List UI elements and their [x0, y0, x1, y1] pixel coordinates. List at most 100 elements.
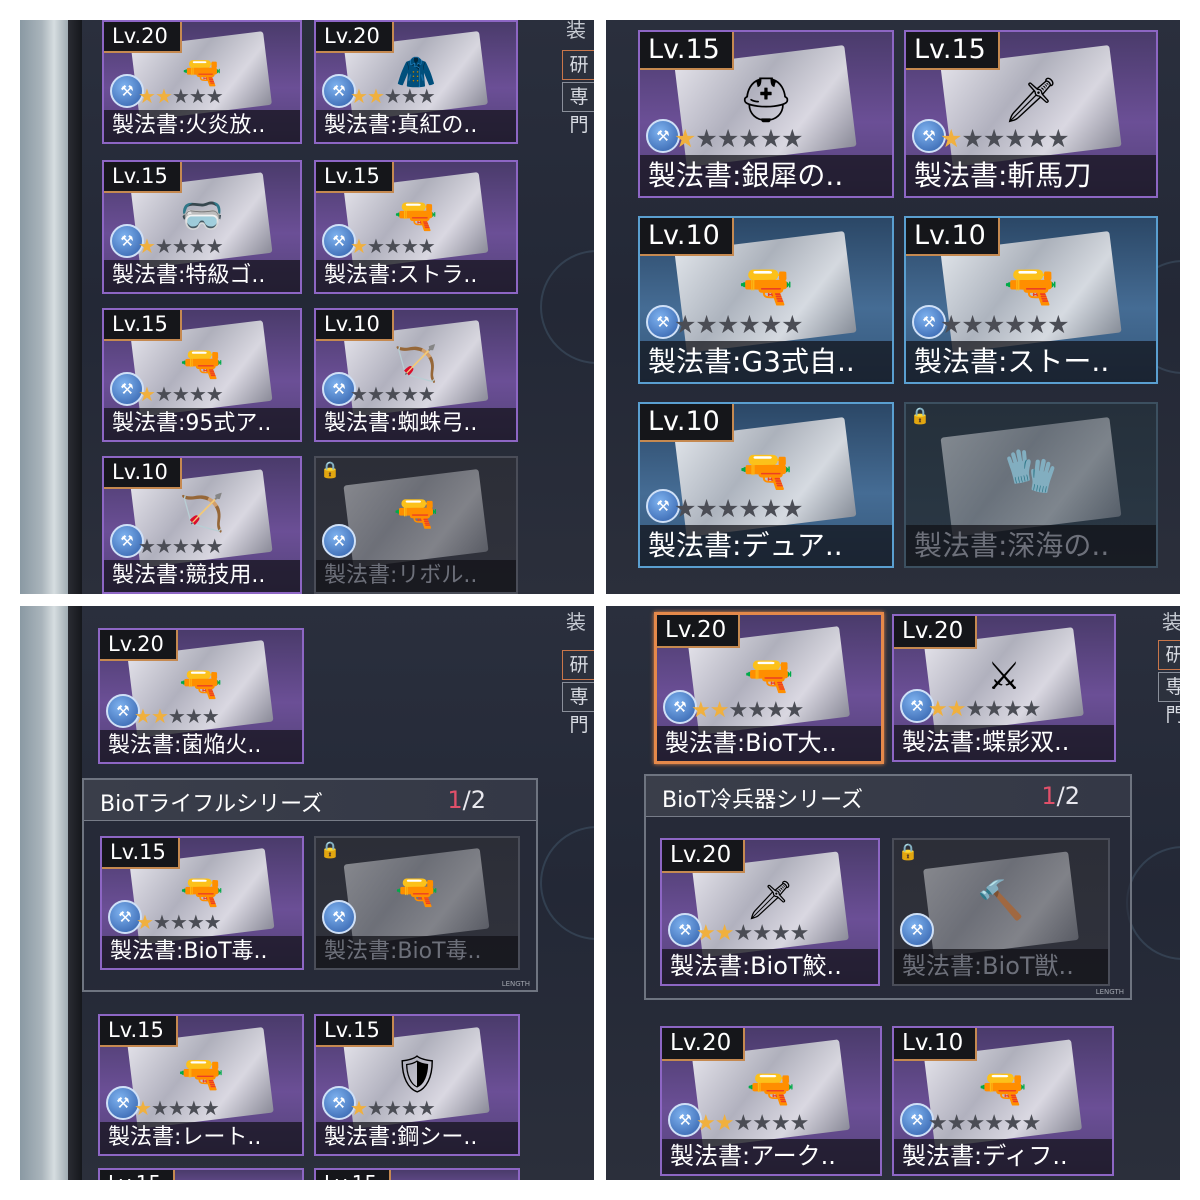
recipe-card[interactable]: 🥽 Lv.15 ⚒ ★★★★★ 製法書:特級ゴ.. [102, 160, 302, 294]
star-empty-icon: ★ [1021, 1111, 1042, 1136]
recipe-card[interactable]: ⚔ Lv.20 ⚒ ★★★★★★ 製法書:蝶影双.. [892, 614, 1116, 762]
recipe-card[interactable]: ⛑ Lv.15 ⚒ ★★★★★★ 製法書:銀犀の.. [638, 30, 894, 198]
level-badge: Lv.15 [640, 32, 734, 70]
recipe-card-partial[interactable]: Lv.15 [314, 1168, 520, 1180]
recipe-name: 製法書:BioT毒.. [316, 936, 518, 968]
recipe-card[interactable]: 🔫 Lv.10 ⚒ ★★★★★★ 製法書:ストー.. [904, 216, 1158, 384]
recipe-card[interactable]: 🗡 Lv.15 ⚒ ★★★★★★ 製法書:斬馬刀 [904, 30, 1158, 198]
level-badge: Lv.15 [104, 162, 182, 193]
tab-research[interactable]: 研修 [562, 50, 594, 104]
star-empty-icon: ★ [1004, 310, 1026, 339]
rifle-icon: 🔫 [738, 260, 794, 312]
star-empty-icon: ★ [154, 534, 173, 558]
star-filled-icon: ★ [350, 1096, 368, 1120]
recipe-name: 製法書:G3式自.. [640, 341, 892, 382]
recipe-name: 製法書:デュア.. [640, 525, 892, 566]
tab-research[interactable]: 研修 [562, 650, 594, 704]
recipe-name: 製法書:深海の.. [906, 525, 1156, 566]
star-filled-icon: ★ [928, 697, 948, 722]
star-empty-icon: ★ [674, 310, 696, 339]
shotgun-icon: 🔫 [177, 1052, 225, 1096]
level-badge: Lv.10 [894, 1028, 978, 1061]
recipe-card[interactable]: 🔨 🔒 ⚒ 製法書:BioT獣.. [892, 838, 1110, 986]
rarity-stars: ★★★★★★ [674, 494, 804, 523]
star-empty-icon: ★ [400, 1096, 419, 1120]
recipe-card[interactable]: 🔫 Lv.10 ⚒ ★★★★★★ 製法書:ディフ.. [892, 1026, 1114, 1176]
level-badge: Lv.10 [104, 458, 182, 489]
star-empty-icon: ★ [738, 494, 760, 523]
star-filled-icon: ★ [714, 1111, 735, 1136]
recipe-name: 製法書:BioT大.. [657, 726, 881, 761]
star-empty-icon: ★ [205, 84, 224, 108]
star-empty-icon: ★ [747, 698, 767, 723]
star-filled-icon: ★ [366, 84, 385, 108]
recipe-name: 製法書:銀犀の.. [640, 155, 892, 196]
recipe-card[interactable]: 🔫 Lv.20 ⚒ ★★★★★ 製法書:火炎放.. [102, 20, 302, 144]
panel-top-right: ⛑ Lv.15 ⚒ ★★★★★★ 製法書:銀犀の.. 🗡 Lv.15 ⚒ ★★★★★★ 製法書:斬… [606, 20, 1180, 594]
star-filled-icon: ★ [134, 1096, 152, 1120]
length-label: LENGTH [501, 980, 530, 988]
star-empty-icon: ★ [752, 921, 772, 946]
sniper-rifle-icon: 🔫 [978, 1066, 1028, 1112]
recipe-card[interactable]: 🧤🔒⚒製法書:深海の.. [904, 402, 1158, 568]
star-empty-icon: ★ [154, 234, 173, 258]
star-empty-icon: ★ [716, 124, 739, 153]
recipe-card[interactable]: 🔫 Lv.20 ⚒ ★★★★★★ 製法書:アーク.. [660, 1026, 882, 1176]
star-filled-icon: ★ [696, 921, 716, 946]
recipe-card[interactable]: 🔫 Lv.10 ⚒ ★★★★★★ 製法書:G3式自.. [638, 216, 894, 384]
tab-special[interactable]: 専門 [562, 82, 594, 136]
recipe-name: 製法書:BioT鮫.. [662, 949, 878, 984]
tab-special[interactable]: 専門 [562, 682, 594, 736]
star-empty-icon: ★ [188, 234, 207, 258]
lock-icon: 🔒 [898, 842, 918, 861]
recipe-card[interactable]: 🏹 Lv.10 ⚒ ★★★★★ 製法書:競技用.. [102, 456, 302, 594]
recipe-card[interactable]: 🔫 Lv.20 ⚒ ★★★★★ 製法書:菌焔火.. [98, 628, 304, 764]
recipe-card[interactable]: 🔫 🔒 ⚒ 製法書:リボル.. [314, 456, 518, 594]
star-empty-icon: ★ [784, 698, 805, 723]
level-badge: Lv.15 [104, 310, 182, 341]
recipe-card[interactable]: 🔫 Lv.15 ⚒ ★★★★★ 製法書:95式ア.. [102, 308, 302, 442]
recipe-card[interactable]: 🔫 Lv.10 ⚒ ★★★★★★ 製法書:デュア.. [638, 402, 894, 568]
chainsaw-sword-icon: 🗡 [745, 878, 795, 923]
rarity-stars: ★★★★★★ [674, 124, 804, 153]
claw-glove-icon: 🧤 [1004, 446, 1058, 497]
star-empty-icon: ★ [366, 1096, 385, 1120]
tab-special[interactable]: 専門 [1158, 672, 1180, 726]
star-empty-icon: ★ [759, 124, 782, 153]
recipe-name: 製法書:鋼シー.. [316, 1122, 518, 1154]
recipe-card[interactable]: 🔫 Lv.15 ⚒ ★★★★★ 製法書:BioT毒.. [100, 836, 304, 970]
star-empty-icon: ★ [781, 124, 803, 153]
tab-research[interactable]: 研修 [1158, 640, 1180, 694]
star-empty-icon: ★ [738, 124, 760, 153]
crossbow-icon: 🏹 [394, 344, 438, 385]
rarity-stars: ★★★★★★ [691, 698, 805, 723]
star-empty-icon: ★ [366, 382, 385, 406]
star-empty-icon: ★ [188, 534, 207, 558]
star-filled-icon: ★ [709, 698, 730, 723]
recipe-card[interactable]: 🗡 Lv.20 ⚒ ★★★★★★ 製法書:BioT鮫.. [660, 838, 880, 986]
recipe-card[interactable]: 🔫 🔒 ⚒ 製法書:BioT毒.. [314, 836, 520, 970]
level-badge: Lv.20 [316, 22, 394, 53]
recipe-card[interactable]: 🔫 Lv.15 ⚒ ★★★★★ 製法書:ストラ.. [314, 160, 518, 294]
star-filled-icon: ★ [138, 382, 156, 406]
star-empty-icon: ★ [201, 704, 220, 728]
star-empty-icon: ★ [984, 697, 1004, 722]
recipe-card[interactable]: 🧥 Lv.20 ⚒ ★★★★★ 製法書:真紅の.. [314, 20, 518, 144]
rarity-stars: ★★★★★ [134, 1096, 220, 1120]
star-empty-icon: ★ [738, 310, 760, 339]
series-header: BioTライフルシリーズ 1/2 [84, 780, 536, 821]
helmet-icon: ⛑ [738, 74, 794, 126]
series-title: BioTライフルシリーズ [100, 792, 324, 817]
recipe-card[interactable]: 🏹 Lv.10 ⚒ ★★★★★ 製法書:蜘蛛弓.. [314, 308, 518, 442]
sniper-rifle-icon: 🔫 [1003, 260, 1059, 312]
star-empty-icon: ★ [417, 382, 436, 406]
recipe-card[interactable]: 🔫 Lv.15 ⚒ ★★★★★ 製法書:レート.. [98, 1014, 304, 1156]
level-badge: Lv.15 [100, 1016, 178, 1047]
star-empty-icon: ★ [383, 234, 402, 258]
lock-icon: 🔒 [320, 460, 340, 479]
goggles-icon: 🥽 [180, 196, 224, 237]
recipe-card[interactable]: 🛡 Lv.15 ⚒ ★★★★★ 製法書:鋼シー.. [314, 1014, 520, 1156]
recipe-card[interactable]: 🔫 Lv.20 ⚒ ★★★★★★ 製法書:BioT大.. [654, 612, 884, 764]
recipe-card-partial[interactable]: Lv.15 [98, 1168, 304, 1180]
star-empty-icon: ★ [188, 382, 207, 406]
